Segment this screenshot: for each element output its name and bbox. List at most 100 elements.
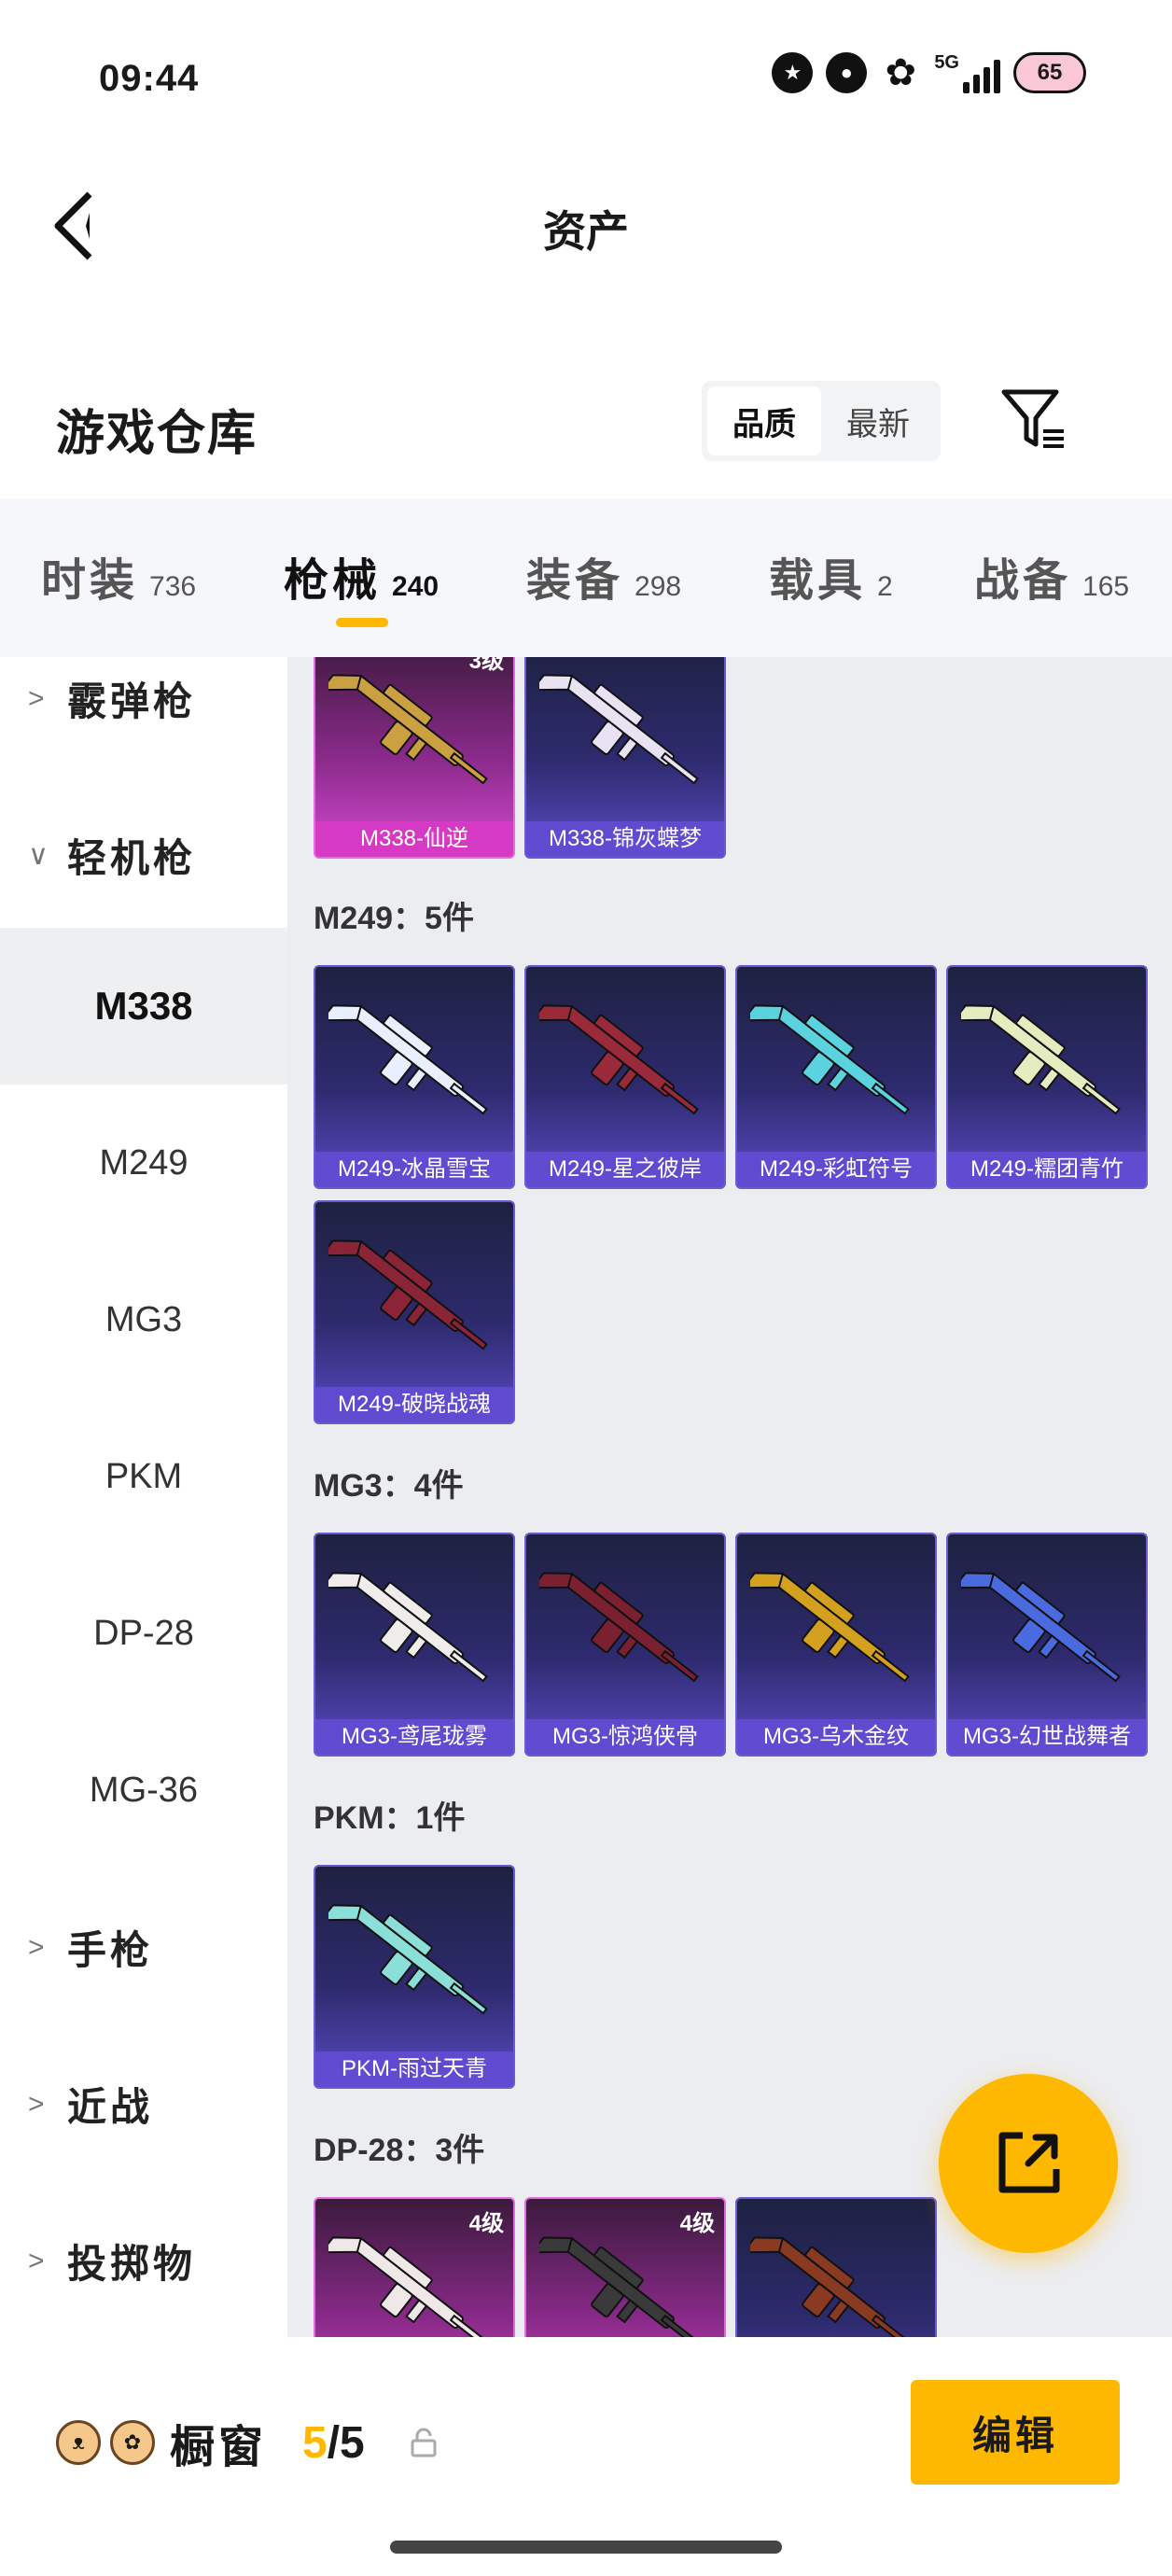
tab-count: 2 — [877, 571, 893, 602]
app-root: 09:44 ★ ● ✿ 5G 65 资产 游戏仓库 品质 最新 时装 736 枪… — [0, 0, 1172, 2576]
sort-quality-option[interactable]: 品质 — [707, 386, 821, 455]
skin-name: M249-星之彼岸 — [526, 1152, 724, 1187]
tab-count: 298 — [635, 571, 682, 602]
star-icon: ★ — [772, 52, 814, 93]
chevron-right-icon: > — [28, 682, 49, 714]
sidebar-group-label: 近战 — [67, 2085, 154, 2129]
skin-name: M338-锦灰蝶梦 — [526, 821, 724, 857]
tab-label: 装备 — [526, 556, 624, 606]
group-label-m249: M249：5件 — [314, 901, 474, 936]
tab-label: 枪械 — [284, 556, 382, 606]
tab-supplies[interactable]: 战备 165 — [974, 543, 1129, 609]
bear-icon: ● — [826, 52, 868, 93]
showcase-info: ᴥ ✿ 橱窗 5/5 — [56, 2410, 440, 2475]
filter-icon[interactable] — [1000, 386, 1067, 454]
top-nav: 资产 — [0, 149, 1172, 299]
skin-name: MG3-乌木金纹 — [737, 1719, 935, 1755]
skin-name: PKM-雨过天青 — [315, 2051, 513, 2087]
chevron-down-icon: ∨ — [28, 840, 52, 871]
skin-card[interactable]: 4级 — [524, 2197, 726, 2337]
showcase-count-total: /5 — [327, 2417, 365, 2468]
sidebar-item-pkm[interactable]: PKM — [0, 1398, 287, 1555]
skin-card[interactable]: PKM-雨过天青 — [314, 1865, 515, 2089]
sidebar-group-lmg[interactable]: ∨ 轻机枪 — [28, 827, 196, 884]
tab-label: 战备 — [974, 556, 1072, 606]
weapon-type-sidebar: > 霰弹枪 ∨ 轻机枪 M338 M249 MG3 PKM DP-28 MG-3… — [0, 657, 287, 2337]
status-time: 09:44 — [99, 58, 200, 99]
sidebar-group-throwable[interactable]: > 投掷物 — [28, 2233, 196, 2289]
battery-indicator: 65 — [1013, 52, 1086, 93]
sidebar-group-melee[interactable]: > 近战 — [28, 2076, 153, 2133]
skin-name: MG3-幻世战舞者 — [948, 1719, 1146, 1755]
skin-name: MG3-鸢尾珑雾 — [315, 1719, 513, 1755]
tab-weapons[interactable]: 枪械 240 — [284, 543, 439, 609]
warehouse-header: 游戏仓库 品质 最新 — [0, 373, 1172, 485]
tab-vehicles[interactable]: 载具 2 — [769, 543, 893, 609]
skin-card[interactable]: M338-锦灰蝶梦 — [524, 657, 726, 859]
group-label-pkm: PKM：1件 — [314, 1800, 466, 1836]
share-button[interactable] — [939, 2074, 1118, 2253]
sidebar-item-mg3[interactable]: MG3 — [0, 1241, 287, 1398]
tab-label: 时装 — [41, 556, 139, 606]
skin-card[interactable]: M249-糯团青竹 — [946, 965, 1148, 1189]
sort-toggle: 品质 最新 — [702, 381, 941, 461]
skin-card[interactable]: MG3-惊鸿侠骨 — [524, 1533, 726, 1757]
sort-latest-option[interactable]: 最新 — [821, 386, 935, 455]
skin-card[interactable] — [735, 2197, 937, 2337]
skin-card[interactable]: MG3-鸢尾珑雾 — [314, 1533, 515, 1757]
status-bar: 09:44 ★ ● ✿ 5G 65 — [0, 0, 1172, 149]
home-indicator — [390, 2541, 782, 2554]
skin-name: M249-冰晶雪宝 — [315, 1152, 513, 1187]
tab-costume[interactable]: 时装 736 — [41, 543, 196, 609]
sidebar-item-m249[interactable]: M249 — [0, 1085, 287, 1241]
category-tabs: 时装 736 枪械 240 装备 298 载具 2 战备 165 — [0, 498, 1172, 657]
skin-name: M249-彩虹符号 — [737, 1152, 935, 1187]
skin-card[interactable]: M249-破晓战魂 — [314, 1200, 515, 1424]
paw-icon: ✿ — [110, 2420, 155, 2465]
skin-card[interactable]: M249-彩虹符号 — [735, 965, 937, 1189]
skin-name: MG3-惊鸿侠骨 — [526, 1719, 724, 1755]
network-label: 5G — [934, 52, 959, 73]
skin-name: M249-破晓战魂 — [315, 1387, 513, 1422]
group-label-dp28: DP-28：3件 — [314, 2133, 485, 2168]
page-title: 资产 — [543, 207, 629, 256]
sidebar-item-dp28[interactable]: DP-28 — [0, 1555, 287, 1712]
sidebar-group-shotgun[interactable]: > 霰弹枪 — [28, 670, 196, 727]
skin-name: M249-糯团青竹 — [948, 1152, 1146, 1187]
showcase-label: 橱窗 — [170, 2423, 268, 2472]
tab-count: 240 — [392, 571, 440, 602]
tab-count: 165 — [1082, 571, 1130, 602]
chevron-right-icon: > — [28, 1931, 49, 1963]
chevron-right-icon: > — [28, 2245, 49, 2276]
group-label-mg3: MG3：4件 — [314, 1468, 464, 1504]
sidebar-group-pistol[interactable]: > 手枪 — [28, 1919, 153, 1976]
share-icon — [998, 2132, 1060, 2193]
sidebar-group-label: 霰弹枪 — [67, 679, 197, 723]
chevron-right-icon: > — [28, 2088, 49, 2120]
skin-card[interactable]: MG3-乌木金纹 — [735, 1533, 937, 1757]
skin-card[interactable]: 3级 M338-仙逆 — [314, 657, 515, 859]
warehouse-title: 游戏仓库 — [56, 407, 258, 461]
showcase-count-current: 5 — [302, 2417, 328, 2468]
signal-icon: 5G — [934, 52, 1000, 93]
bottom-bar: ᴥ ✿ 橱窗 5/5 编辑 — [0, 2337, 1172, 2576]
sidebar-item-mg36[interactable]: MG-36 — [0, 1712, 287, 1869]
paw-icon: ✿ — [885, 52, 917, 93]
edit-button[interactable]: 编辑 — [911, 2380, 1120, 2485]
tab-equipment[interactable]: 装备 298 — [526, 543, 681, 609]
sidebar-group-label: 轻机枪 — [67, 836, 197, 880]
skin-card[interactable]: M249-冰晶雪宝 — [314, 965, 515, 1189]
skin-name: M338-仙逆 — [315, 821, 513, 857]
skin-card[interactable]: 4级 — [314, 2197, 515, 2337]
showcase-count: 5/5 — [302, 2417, 365, 2469]
status-icons: ★ ● ✿ 5G 65 — [772, 52, 1086, 93]
sidebar-group-label: 手枪 — [67, 1928, 154, 1972]
skin-card[interactable]: MG3-幻世战舞者 — [946, 1533, 1148, 1757]
skin-card[interactable]: M249-星之彼岸 — [524, 965, 726, 1189]
active-tab-indicator — [336, 618, 388, 627]
bear-face-icon: ᴥ — [56, 2420, 101, 2465]
lock-icon — [411, 2428, 437, 2457]
tab-count: 736 — [149, 571, 197, 602]
sidebar-item-m338[interactable]: M338 — [0, 928, 287, 1085]
sidebar-group-label: 投掷物 — [67, 2242, 197, 2286]
